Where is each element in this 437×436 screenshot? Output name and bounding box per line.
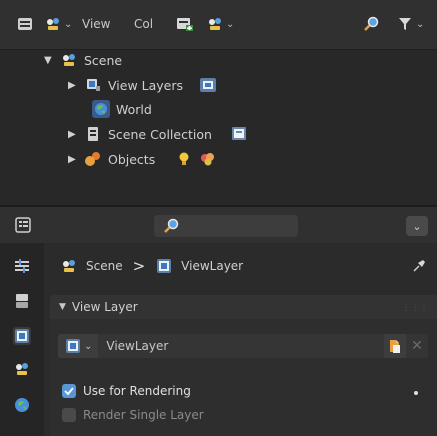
scene-icon <box>60 52 78 68</box>
light-icon[interactable] <box>175 151 193 167</box>
checkbox-label: Render Single Layer <box>83 408 204 422</box>
view-menu[interactable]: View <box>82 17 110 31</box>
tree-item-scene-collection[interactable]: ▶ Scene Collection <box>68 124 248 144</box>
chevron-down-icon: ⌄ <box>416 18 425 30</box>
outliner-tree: ▼ Scene ▶ View Layers World ▶ Scene Coll… <box>0 50 437 205</box>
breadcrumb: Scene > ViewLayer <box>60 257 243 275</box>
outliner-editor-icon <box>16 16 34 32</box>
close-icon[interactable]: ✕ <box>406 334 428 358</box>
tree-item-view-layers[interactable]: ▶ View Layers <box>68 75 217 95</box>
view-layer-panel-header[interactable]: ▼ View Layer ⋮⋮⋮ <box>50 295 437 319</box>
scene-icon <box>206 16 224 32</box>
world-icon <box>92 100 110 118</box>
use-for-rendering-checkbox[interactable] <box>62 384 76 398</box>
pin-icon[interactable] <box>410 258 428 274</box>
properties-editor-icon <box>14 217 32 233</box>
new-collection-icon <box>176 16 194 32</box>
new-collection-button[interactable] <box>176 16 194 32</box>
tree-label: World <box>116 101 152 117</box>
breadcrumb-separator: > <box>132 257 146 275</box>
render-single-layer-option[interactable]: Render Single Layer <box>62 408 204 422</box>
view-layer-icon <box>64 338 82 354</box>
properties-options-dropdown[interactable]: ⌄ <box>406 216 428 236</box>
expand-right-icon[interactable]: ▶ <box>68 129 78 140</box>
properties-tab-bar <box>0 243 44 436</box>
tree-label: Objects <box>108 151 156 167</box>
collection-icon <box>84 126 102 142</box>
collapse-icon: ▼ <box>59 302 66 312</box>
collection-icon[interactable] <box>230 126 248 142</box>
search-icon <box>162 218 180 234</box>
view-layer-actions: ✕ <box>384 334 428 358</box>
tool-tab-icon[interactable] <box>13 257 31 275</box>
copy-icon[interactable] <box>384 334 406 358</box>
filter-dropdown[interactable]: ⌄ <box>396 16 424 32</box>
properties-search-field[interactable] <box>154 215 298 237</box>
scene-select-dropdown[interactable]: ⌄ <box>206 16 234 32</box>
filter-icon <box>396 16 414 32</box>
view-layer-icon <box>155 258 173 274</box>
checkbox-label: Use for Rendering <box>83 384 191 398</box>
tree-item-world[interactable]: World <box>92 99 152 119</box>
view-layer-tab-icon[interactable] <box>13 327 31 345</box>
tree-label: Scene Collection <box>108 126 212 142</box>
outliner-editor-type-button[interactable] <box>16 16 34 32</box>
scene-icon <box>60 258 78 274</box>
properties-header: ⌄ <box>0 205 437 243</box>
view-layer-selector: ⌄ ViewLayer ✕ <box>58 334 428 358</box>
expand-right-icon[interactable]: ▶ <box>68 154 78 165</box>
expand-down-icon[interactable]: ▼ <box>44 55 54 66</box>
chevron-down-icon: ⌄ <box>412 219 422 233</box>
panel-title: View Layer <box>71 300 138 314</box>
expand-right-icon[interactable]: ▶ <box>68 80 78 91</box>
use-for-rendering-option[interactable]: Use for Rendering <box>62 384 191 398</box>
view-layer-browse-button[interactable]: ⌄ <box>58 334 99 358</box>
tree-label: View Layers <box>108 77 183 93</box>
col-menu[interactable]: Col <box>134 17 153 31</box>
search-button[interactable] <box>362 16 380 32</box>
render-tab-icon[interactable] <box>13 292 31 310</box>
tree-item-scene[interactable]: ▼ Scene <box>44 50 122 70</box>
drag-handle-icon[interactable]: ⋮⋮⋮ <box>402 303 429 312</box>
world-tab-icon[interactable] <box>13 396 31 414</box>
breadcrumb-scene: Scene <box>86 259 123 273</box>
properties-content: Scene > ViewLayer ▼ View Layer ⋮⋮⋮ ⌄ Vie… <box>44 243 437 436</box>
object-icon <box>84 151 102 167</box>
view-layer-icon[interactable] <box>199 77 217 93</box>
view-layer-name-field[interactable]: ViewLayer <box>106 339 168 353</box>
chevron-down-icon: ⌄ <box>226 18 235 30</box>
outliner-header: ⌄ View Col ⌄ ⌄ <box>0 0 437 50</box>
breadcrumb-view-layer: ViewLayer <box>181 259 244 273</box>
tree-item-objects[interactable]: ▶ Objects <box>68 149 217 169</box>
chevron-down-icon: ⌄ <box>64 18 73 30</box>
render-single-layer-checkbox[interactable] <box>62 408 76 422</box>
display-mode-dropdown[interactable]: ⌄ <box>44 16 72 32</box>
chevron-down-icon: ⌄ <box>84 340 93 352</box>
decorator-dot[interactable] <box>414 391 418 395</box>
material-icon[interactable] <box>199 151 217 167</box>
scene-icon <box>44 16 62 32</box>
tree-label: Scene <box>84 52 123 68</box>
render-layers-icon <box>84 77 102 93</box>
properties-editor-type-button[interactable] <box>14 217 32 233</box>
search-icon <box>362 16 380 32</box>
scene-tab-icon[interactable] <box>13 360 31 378</box>
